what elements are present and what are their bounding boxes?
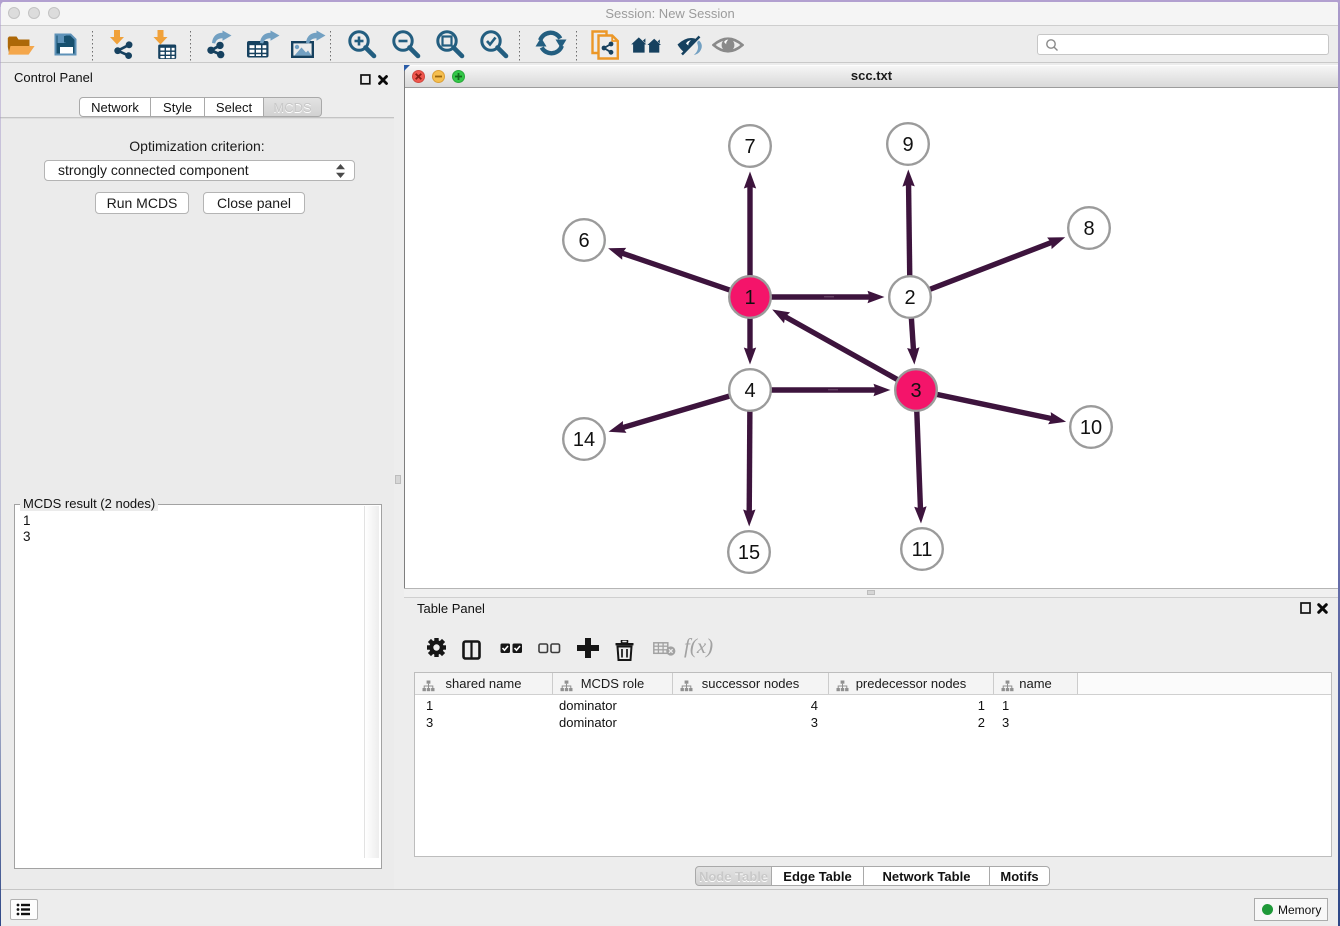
svg-text:10: 10 bbox=[1080, 417, 1102, 439]
svg-text:9: 9 bbox=[902, 134, 913, 156]
svg-text:2: 2 bbox=[904, 287, 915, 309]
svg-text:11: 11 bbox=[912, 539, 933, 561]
svg-text:15: 15 bbox=[738, 542, 760, 564]
svg-text:6: 6 bbox=[578, 230, 589, 252]
svg-text:7: 7 bbox=[744, 136, 755, 158]
svg-text:8: 8 bbox=[1083, 218, 1094, 240]
svg-text:3: 3 bbox=[910, 380, 921, 402]
svg-text:1: 1 bbox=[744, 287, 755, 309]
svg-text:4: 4 bbox=[744, 380, 755, 402]
svg-text:14: 14 bbox=[573, 429, 595, 451]
